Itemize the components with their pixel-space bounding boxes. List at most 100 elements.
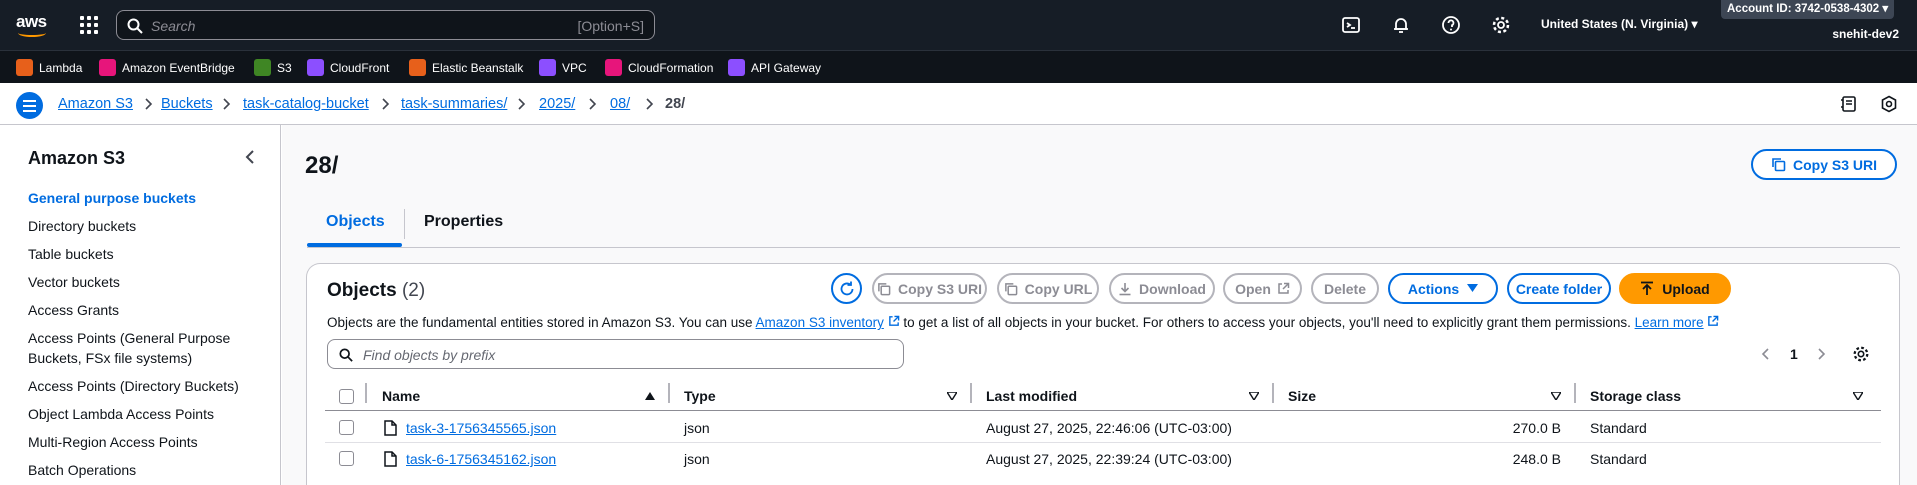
objects-panel: Objects (2) Copy S3 URI Copy URL Downloa… (306, 263, 1900, 485)
objects-header: Objects (2) (327, 280, 425, 302)
settings-hex-icon[interactable] (1880, 95, 1898, 113)
copy-s3-uri-button[interactable]: Copy S3 URI (872, 273, 987, 304)
refresh-button[interactable] (831, 273, 862, 304)
object-size: 270.0 B (1512, 420, 1561, 436)
tab-properties[interactable]: Properties (424, 213, 503, 231)
sidebar-item-table-buckets[interactable]: Table buckets (28, 244, 114, 264)
header-divider (325, 410, 1881, 411)
favorite-cloudformation[interactable]: CloudFormation (605, 59, 713, 76)
search-icon (339, 348, 353, 362)
object-storage-class: Standard (1590, 420, 1647, 436)
delete-button[interactable]: Delete (1311, 273, 1379, 304)
sidebar-item-access-points-directory[interactable]: Access Points (Directory Buckets) (28, 376, 239, 396)
previous-page-icon[interactable] (1760, 347, 1770, 361)
column-divider[interactable] (1272, 383, 1274, 403)
description-text: Objects are the fundamental entities sto… (327, 315, 753, 330)
row-divider (325, 442, 1881, 443)
sidebar-item-batch-operations[interactable]: Batch Operations (28, 460, 136, 480)
sidebar-item-general-purpose-buckets[interactable]: General purpose buckets (28, 188, 196, 208)
region-selector[interactable]: United States (N. Virginia) ▾ (1541, 17, 1698, 31)
favorite-amazon-eventbridge[interactable]: Amazon EventBridge (99, 59, 235, 76)
column-header-type[interactable]: Type (684, 388, 716, 404)
download-button[interactable]: Download (1109, 273, 1215, 304)
main-content: 28/ Copy S3 URI Objects Properties Objec… (282, 125, 1917, 485)
create-folder-button[interactable]: Create folder (1507, 273, 1611, 304)
favorite-vpc[interactable]: VPC (539, 59, 587, 76)
sidebar-item-access-grants[interactable]: Access Grants (28, 300, 119, 320)
info-panel-icon[interactable] (1840, 95, 1858, 113)
gear-icon[interactable] (1491, 15, 1511, 35)
collapse-sidebar-icon[interactable] (244, 149, 256, 165)
bell-icon[interactable] (1391, 15, 1411, 35)
sort-caret-icon[interactable] (947, 392, 957, 400)
object-type: json (684, 420, 710, 436)
actions-dropdown-button[interactable]: Actions (1388, 273, 1498, 304)
filter-objects-input[interactable]: Find objects by prefix (327, 339, 904, 369)
favorite-elastic-beanstalk[interactable]: Elastic Beanstalk (409, 59, 523, 76)
copy-s3-uri-header-button[interactable]: Copy S3 URI (1751, 149, 1897, 180)
favorite-lambda[interactable]: Lambda (16, 59, 82, 76)
open-button[interactable]: Open (1223, 273, 1302, 304)
favorite-api-gateway[interactable]: API Gateway (728, 59, 821, 76)
s3-inventory-link[interactable]: Amazon S3 inventory (756, 315, 884, 330)
object-last-modified: August 27, 2025, 22:46:06 (UTC-03:00) (986, 420, 1232, 436)
help-icon[interactable] (1441, 15, 1461, 35)
menu-toggle-button[interactable] (16, 92, 43, 119)
page-title: 28/ (305, 152, 339, 179)
object-name-link[interactable]: task-6-1756345162.json (406, 451, 556, 467)
sort-caret-icon[interactable] (1853, 392, 1863, 400)
external-link-icon (1278, 282, 1290, 294)
sidebar-item-access-points-general-line2[interactable]: Buckets, FSx file systems) (28, 348, 192, 368)
column-header-last-modified[interactable]: Last modified (986, 388, 1077, 404)
select-all-checkbox[interactable] (339, 389, 354, 404)
favorite-cloudfront[interactable]: CloudFront (307, 59, 389, 76)
column-header-storage-class[interactable]: Storage class (1590, 388, 1681, 404)
sidebar-item-access-points-general[interactable]: Access Points (General Purpose (28, 328, 230, 348)
cloudshell-icon[interactable] (1341, 15, 1361, 35)
sidebar-item-directory-buckets[interactable]: Directory buckets (28, 216, 136, 236)
next-page-icon[interactable] (1817, 347, 1827, 361)
search-input[interactable]: Search [Option+S] (116, 10, 655, 40)
column-header-size[interactable]: Size (1288, 388, 1316, 404)
sidebar-item-multi-region[interactable]: Multi-Region Access Points (28, 432, 198, 452)
object-storage-class: Standard (1590, 451, 1647, 467)
chevron-right-icon (145, 98, 153, 110)
column-divider[interactable] (1574, 383, 1576, 403)
sidebar-item-vector-buckets[interactable]: Vector buckets (28, 272, 120, 292)
row-checkbox[interactable] (339, 451, 354, 466)
download-label: Download (1139, 280, 1206, 297)
breadcrumb-buckets[interactable]: Buckets (161, 96, 213, 112)
breadcrumb-amazon-s3[interactable]: Amazon S3 (58, 96, 133, 112)
breadcrumb-08[interactable]: 08/ (610, 96, 630, 112)
table-settings-gear-icon[interactable] (1852, 345, 1870, 363)
services-menu-icon[interactable] (80, 16, 98, 34)
breadcrumb-2025[interactable]: 2025/ (539, 96, 575, 112)
account-id-badge[interactable]: Account ID: 3742-0538-4302 ▾ (1721, 0, 1895, 19)
favorite-label: Elastic Beanstalk (432, 60, 524, 75)
page-number[interactable]: 1 (1790, 346, 1798, 362)
copy-url-button[interactable]: Copy URL (997, 273, 1099, 304)
breadcrumb-bucket[interactable]: task-catalog-bucket (243, 96, 369, 112)
upload-button[interactable]: Upload (1619, 273, 1731, 304)
favorite-label: S3 (277, 60, 292, 75)
column-divider[interactable] (668, 383, 670, 403)
sort-ascending-icon[interactable] (645, 392, 655, 400)
aws-logo[interactable]: aws (16, 12, 50, 38)
learn-more-link[interactable]: Learn more (1635, 315, 1704, 330)
column-divider[interactable] (970, 383, 972, 403)
service-icon (254, 59, 271, 76)
search-icon (127, 18, 143, 34)
favorite-s3[interactable]: S3 (254, 59, 292, 76)
breadcrumb-task-summaries[interactable]: task-summaries/ (401, 96, 507, 112)
sort-caret-icon[interactable] (1249, 392, 1259, 400)
row-checkbox[interactable] (339, 420, 354, 435)
user-menu[interactable]: snehit-dev2 (1832, 27, 1899, 41)
column-header-name[interactable]: Name (382, 388, 420, 404)
favorites-bar: Lambda Amazon EventBridge S3 CloudFront Elas… (0, 50, 1917, 83)
object-name-link[interactable]: task-3-1756345565.json (406, 420, 556, 436)
service-icon (539, 59, 556, 76)
sort-caret-icon[interactable] (1551, 392, 1561, 400)
learn-more-text: Learn more (1634, 315, 1704, 330)
tab-objects[interactable]: Objects (326, 213, 385, 231)
sidebar-item-object-lambda[interactable]: Object Lambda Access Points (28, 404, 214, 424)
